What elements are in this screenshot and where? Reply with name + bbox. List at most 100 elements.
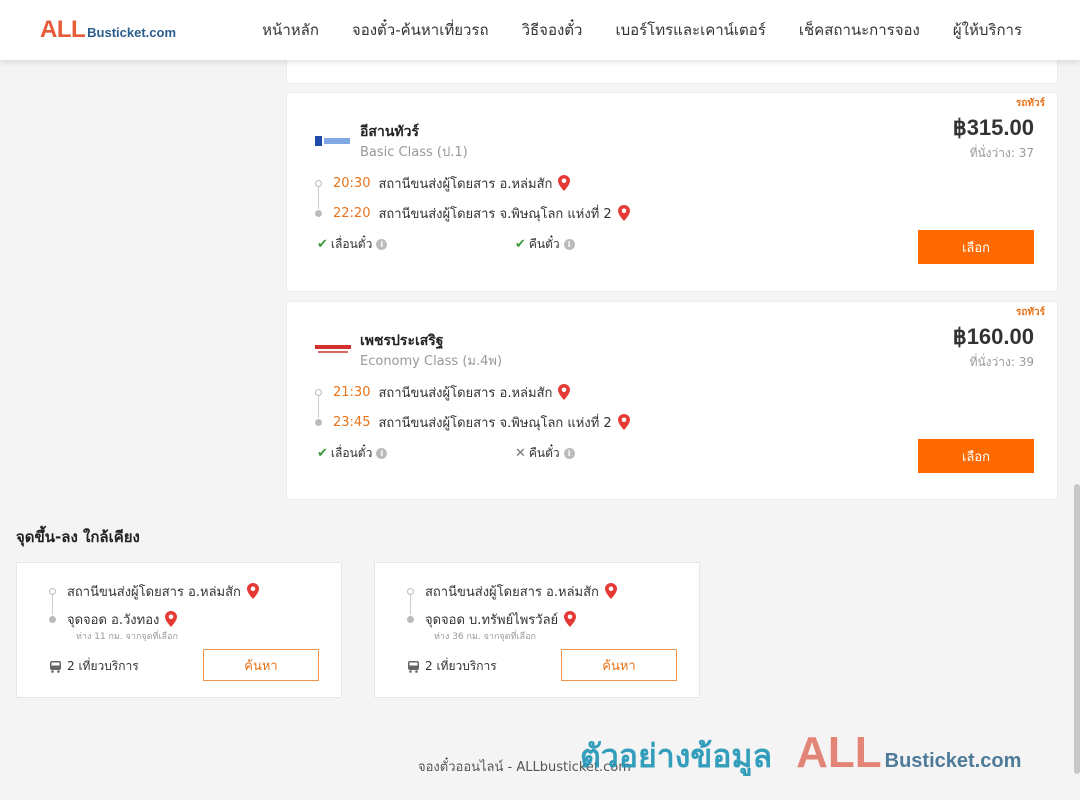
search-button[interactable]: ค้นหา xyxy=(203,649,319,681)
logo-all: ALL xyxy=(40,16,86,43)
from-stop: สถานีขนส่งผู้โดยสาร อ.หล่มสัก xyxy=(407,581,618,601)
cross-icon: ✕ xyxy=(515,446,526,461)
seats-available: ที่นั่งว่าง: 37 xyxy=(969,146,1034,160)
operator-logo xyxy=(315,136,350,146)
trip-count: 2 เที่ยวบริการ xyxy=(49,657,139,676)
arrival-dot xyxy=(315,209,322,217)
seats-available: ที่นั่งว่าง: 39 xyxy=(969,355,1034,369)
bus-class: Basic Class (ป.1) xyxy=(360,145,468,160)
operator-name: เพชรประเสริฐ xyxy=(360,333,444,349)
bus-class: Economy Class (ม.4พ) xyxy=(360,354,503,369)
arrival-time: 23:45 xyxy=(333,414,371,430)
from-stop: สถานีขนส่งผู้โดยสาร อ.หล่มสัก xyxy=(49,581,260,601)
result-card-previous xyxy=(286,58,1058,84)
check-icon: ✔ xyxy=(317,446,328,461)
to-stop: จุดจอด อ.วังทอง xyxy=(49,609,178,629)
vehicle-type-badge: รถทัวร์ xyxy=(1015,307,1045,318)
bus-icon xyxy=(50,660,61,673)
nav-home[interactable]: หน้าหลัก xyxy=(262,18,319,42)
pin-icon[interactable] xyxy=(604,583,618,599)
nav-booking-status[interactable]: เช็คสถานะการจอง xyxy=(799,18,920,42)
feature-reschedule: ✔ เลื่อนตั๋ว i xyxy=(317,444,388,463)
site-header: ALL Busticket.com หน้าหลัก จองตั๋ว-ค้นหา… xyxy=(0,0,1080,60)
info-icon[interactable]: i xyxy=(563,239,575,250)
feature-reschedule: ✔ เลื่อนตั๋ว i xyxy=(317,235,388,254)
feature-label: เลื่อนตั๋ว xyxy=(330,237,373,251)
watermark-thai: ตัวอย่างข้อมูล xyxy=(580,737,773,775)
ticket-price: ฿315.00 xyxy=(952,115,1034,140)
site-logo[interactable]: ALL Busticket.com xyxy=(40,18,176,42)
feature-refund: ✔ คืนตั๋ว i xyxy=(515,235,575,254)
select-button[interactable]: เลือก xyxy=(918,230,1034,264)
operator-name: อีสานทัวร์ xyxy=(360,124,419,140)
nav-operators[interactable]: ผู้ให้บริการ xyxy=(953,18,1022,42)
pin-icon[interactable] xyxy=(617,414,631,430)
departure-station: สถานีขนส่งผู้โดยสาร อ.หล่มสัก xyxy=(378,385,553,401)
ticket-features: ✔ เลื่อนตั๋ว i ✕ คืนตั๋ว i xyxy=(317,444,617,462)
arrival-dot xyxy=(315,418,322,426)
watermark-all: ALL xyxy=(796,728,882,777)
ticket-price: ฿160.00 xyxy=(952,324,1034,349)
check-icon: ✔ xyxy=(515,237,526,252)
departure-dot xyxy=(315,179,322,187)
to-dot xyxy=(49,615,56,623)
logo-rest: Busticket.com xyxy=(87,25,177,40)
from-station: สถานีขนส่งผู้โดยสาร อ.หล่มสัก xyxy=(67,584,241,600)
arrival-stop: 22:20 สถานีขนส่งผู้โดยสาร จ.พิษณุโลก แห่… xyxy=(315,203,631,223)
ticket-features: ✔ เลื่อนตั๋ว i ✔ คืนตั๋ว i xyxy=(317,235,617,253)
arrival-time: 22:20 xyxy=(333,205,371,221)
result-card: รถทัวร์ อีสานทัวร์ Basic Class (ป.1) ฿31… xyxy=(286,92,1058,292)
departure-dot xyxy=(315,388,322,396)
distance-note: ห่าง 11 กม. จากจุดที่เลือก xyxy=(76,632,178,642)
departure-time: 21:30 xyxy=(333,384,371,400)
departure-stop: 20:30 สถานีขนส่งผู้โดยสาร อ.หล่มสัก xyxy=(315,173,571,193)
pin-icon[interactable] xyxy=(557,175,571,191)
nav-how-to-book[interactable]: วิธีจองตั๋ว xyxy=(522,18,583,42)
arrival-stop: 23:45 สถานีขนส่งผู้โดยสาร จ.พิษณุโลก แห่… xyxy=(315,412,631,432)
main-nav: หน้าหลัก จองตั๋ว-ค้นหาเที่ยวรถ วิธีจองตั… xyxy=(262,0,1022,60)
info-icon[interactable]: i xyxy=(563,448,575,459)
pin-icon[interactable] xyxy=(563,611,577,627)
bus-icon xyxy=(408,660,419,673)
departure-time: 20:30 xyxy=(333,175,371,191)
arrival-station: สถานีขนส่งผู้โดยสาร จ.พิษณุโลก แห่งที่ 2 xyxy=(378,206,612,222)
pin-icon[interactable] xyxy=(246,583,260,599)
distance-note: ห่าง 36 กม. จากจุดที่เลือก xyxy=(434,632,536,642)
watermark: ตัวอย่างข้อมูล ALL Busticket.com xyxy=(580,728,1021,782)
to-station: จุดจอด บ.ทรัพย์ไพรวัลย์ xyxy=(425,612,559,628)
search-button[interactable]: ค้นหา xyxy=(561,649,677,681)
nav-phone-counter[interactable]: เบอร์โทรและเคาน์เตอร์ xyxy=(615,18,765,42)
feature-label: คืนตั๋ว xyxy=(528,446,560,460)
trip-count-label: 2 เที่ยวบริการ xyxy=(425,659,497,673)
trip-count-label: 2 เที่ยวบริการ xyxy=(67,659,139,673)
trip-count: 2 เที่ยวบริการ xyxy=(407,657,497,676)
info-icon[interactable]: i xyxy=(376,448,388,459)
pin-icon[interactable] xyxy=(617,205,631,221)
departure-station: สถานีขนส่งผู้โดยสาร อ.หล่มสัก xyxy=(378,176,553,192)
to-station: จุดจอด อ.วังทอง xyxy=(67,612,160,628)
vehicle-type-badge: รถทัวร์ xyxy=(1015,98,1045,109)
from-dot xyxy=(407,587,414,595)
select-button[interactable]: เลือก xyxy=(918,439,1034,473)
result-card: รถทัวร์ เพชรประเสริฐ Economy Class (ม.4พ… xyxy=(286,301,1058,500)
nearby-title: จุดขึ้น-ลง ใกล้เคียง xyxy=(16,528,140,546)
feature-label: คืนตั๋ว xyxy=(528,237,560,251)
info-icon[interactable]: i xyxy=(376,239,388,250)
arrival-station: สถานีขนส่งผู้โดยสาร จ.พิษณุโลก แห่งที่ 2 xyxy=(378,415,612,431)
watermark-rest: Busticket.com xyxy=(884,750,1022,772)
feature-label: เลื่อนตั๋ว xyxy=(330,446,373,460)
to-dot xyxy=(407,615,414,623)
departure-stop: 21:30 สถานีขนส่งผู้โดยสาร อ.หล่มสัก xyxy=(315,382,571,402)
to-stop: จุดจอด บ.ทรัพย์ไพรวัลย์ xyxy=(407,609,577,629)
pin-icon[interactable] xyxy=(164,611,178,627)
nearby-card: สถานีขนส่งผู้โดยสาร อ.หล่มสัก จุดจอด บ.ท… xyxy=(374,562,700,698)
pin-icon[interactable] xyxy=(557,384,571,400)
nav-book-search[interactable]: จองตั๋ว-ค้นหาเที่ยวรถ xyxy=(352,18,489,42)
check-icon: ✔ xyxy=(317,237,328,252)
page-scrollbar[interactable] xyxy=(1074,484,1080,774)
operator-logo xyxy=(315,345,351,353)
from-dot xyxy=(49,587,56,595)
feature-refund: ✕ คืนตั๋ว i xyxy=(515,444,575,463)
from-station: สถานีขนส่งผู้โดยสาร อ.หล่มสัก xyxy=(425,584,599,600)
nearby-card: สถานีขนส่งผู้โดยสาร อ.หล่มสัก จุดจอด อ.ว… xyxy=(16,562,342,698)
